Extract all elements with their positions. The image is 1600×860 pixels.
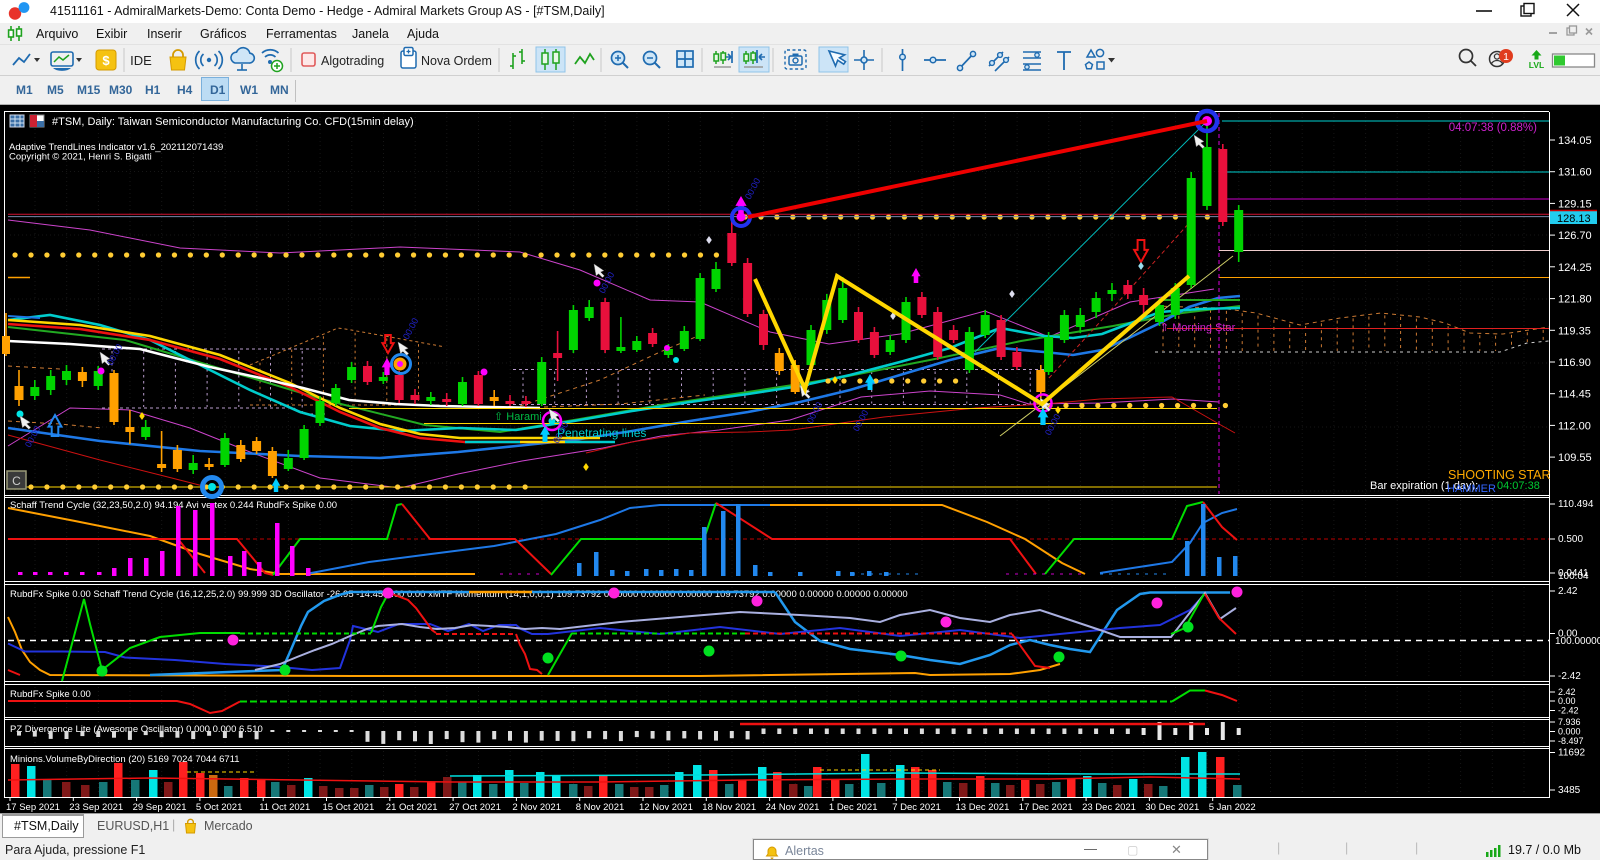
svg-text:Nova Ordem: Nova Ordem [421, 54, 492, 68]
svg-text:1: 1 [1503, 51, 1509, 63]
svg-text:IDE: IDE [130, 53, 152, 68]
svg-text:Algotrading: Algotrading [321, 54, 384, 68]
svg-text:$: $ [102, 53, 110, 68]
svg-text:LVL: LVL [1529, 60, 1544, 70]
